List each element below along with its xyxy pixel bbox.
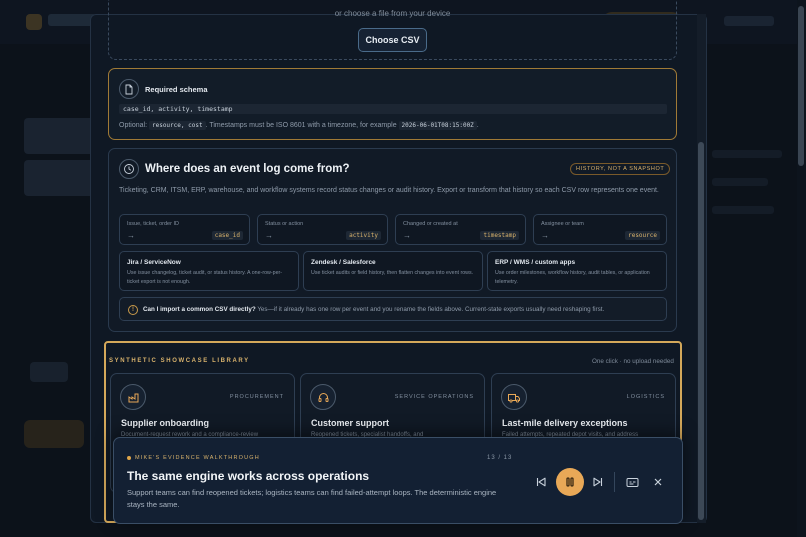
truck-icon xyxy=(501,384,527,410)
field-mapping-label: Issue, ticket, order ID xyxy=(127,221,179,227)
source-jira-servicenow: Jira / ServiceNow Use issue changelog, t… xyxy=(119,251,299,291)
history-badge: HISTORY, NOT A SNAPSHOT xyxy=(570,163,671,175)
field-mapping-timestamp: Changed or created at → timestamp xyxy=(395,214,526,245)
source-description: Use ticket audits or field history, then… xyxy=(311,270,474,276)
previous-step-button[interactable] xyxy=(532,474,550,490)
field-mapping-column: timestamp xyxy=(480,231,519,240)
showcase-category: LOGISTICS xyxy=(626,394,665,400)
captions-button[interactable] xyxy=(623,474,641,490)
example-timestamp: 2026-06-01T08:15:00Z xyxy=(398,121,477,130)
source-erp-wms: ERP / WMS / custom apps Use order milest… xyxy=(487,251,667,291)
faq-text: Can I import a common CSV directly? Yes—… xyxy=(143,306,604,313)
document-icon xyxy=(119,79,139,99)
arrow-right-icon: → xyxy=(265,231,273,240)
info-icon: ! xyxy=(128,305,138,315)
required-fields: case_id, activity, timestamp xyxy=(119,104,667,114)
source-description: Use issue changelog, ticket audit, or st… xyxy=(127,270,283,285)
background-hero-text xyxy=(24,160,94,196)
captions-icon xyxy=(626,477,638,487)
schema-optional-line: Optional: resource, cost. Timestamps mus… xyxy=(119,121,479,130)
schema-title: Required schema xyxy=(145,85,208,94)
walkthrough-status-dot xyxy=(127,456,131,460)
faq-answer: Yes—if it already has one row per event … xyxy=(257,306,605,313)
field-mapping-label: Changed or created at xyxy=(403,221,458,227)
field-mapping-label: Assignee or team xyxy=(541,221,584,227)
showcase-name: Customer support xyxy=(311,418,390,428)
background-logo xyxy=(26,14,42,30)
optional-fields: resource, cost xyxy=(148,121,206,130)
background-chip xyxy=(30,362,68,382)
pause-icon xyxy=(566,477,574,487)
page-scrollbar-thumb[interactable] xyxy=(798,6,804,166)
background-nav-link xyxy=(724,16,774,26)
field-mapping-resource: Assignee or team → resource xyxy=(533,214,667,245)
walkthrough-body: Support teams can find reopened tickets;… xyxy=(127,488,497,509)
arrow-right-icon: → xyxy=(541,231,549,240)
headset-icon xyxy=(310,384,336,410)
history-clock-icon xyxy=(119,159,139,179)
showcase-title: SYNTHETIC SHOWCASE LIBRARY xyxy=(109,358,250,364)
background-hero-text xyxy=(24,118,94,154)
walkthrough-kicker: MIKE'S EVIDENCE WALKTHROUGH xyxy=(135,455,260,461)
showcase-category: SERVICE OPERATIONS xyxy=(394,394,474,400)
background-logo-text xyxy=(48,14,96,26)
field-mapping-activity: Status or action → activity xyxy=(257,214,388,245)
field-mapping-case-id: Issue, ticket, order ID → case_id xyxy=(119,214,250,245)
source-title: Zendesk / Salesforce xyxy=(311,259,376,266)
source-description: Use order milestones, workflow history, … xyxy=(495,270,650,285)
showcase-category: PROCUREMENT xyxy=(229,394,284,400)
controls-divider xyxy=(614,472,615,492)
showcase-name: Last-mile delivery exceptions xyxy=(502,418,628,428)
skip-back-icon xyxy=(536,477,546,487)
next-step-button[interactable] xyxy=(589,474,607,490)
walkthrough-step-counter: 13 / 13 xyxy=(487,455,513,461)
import-faq: ! Can I import a common CSV directly? Ye… xyxy=(119,297,667,321)
factory-icon xyxy=(120,384,146,410)
background-button xyxy=(24,420,84,448)
close-icon xyxy=(654,478,662,486)
source-zendesk-salesforce: Zendesk / Salesforce Use ticket audits o… xyxy=(303,251,483,291)
field-mapping-column: resource xyxy=(625,231,660,240)
source-title: Jira / ServiceNow xyxy=(127,259,181,266)
faq-question: Can I import a common CSV directly? xyxy=(143,306,256,313)
pause-button[interactable] xyxy=(556,468,584,496)
field-mapping-label: Status or action xyxy=(265,221,304,227)
modal-scrollbar-thumb[interactable] xyxy=(698,142,704,520)
showcase-name: Supplier onboarding xyxy=(121,418,209,428)
skip-forward-icon xyxy=(593,477,603,487)
close-walkthrough-button[interactable] xyxy=(649,474,667,490)
schema-period: . xyxy=(476,122,479,129)
event-source-description: Ticketing, CRM, ITSM, ERP, warehouse, an… xyxy=(119,187,659,194)
background-text-line xyxy=(712,206,774,214)
timestamp-rule: . Timestamps must be ISO 8601 with a tim… xyxy=(205,122,397,129)
background-text-line xyxy=(712,150,782,158)
optional-prefix: Optional: xyxy=(119,122,148,129)
showcase-note: One click · no upload needed xyxy=(592,358,674,365)
field-mapping-column: activity xyxy=(346,231,381,240)
dropzone-hint: or choose a file from your device xyxy=(334,9,451,18)
walkthrough-title: The same engine works across operations xyxy=(127,469,370,483)
arrow-right-icon: → xyxy=(127,231,135,240)
event-source-title: Where does an event log come from? xyxy=(145,163,350,175)
background-text-line xyxy=(712,178,768,186)
source-title: ERP / WMS / custom apps xyxy=(495,259,576,266)
arrow-right-icon: → xyxy=(403,231,411,240)
choose-csv-button[interactable]: Choose CSV xyxy=(358,28,427,52)
field-mapping-column: case_id xyxy=(211,231,243,240)
